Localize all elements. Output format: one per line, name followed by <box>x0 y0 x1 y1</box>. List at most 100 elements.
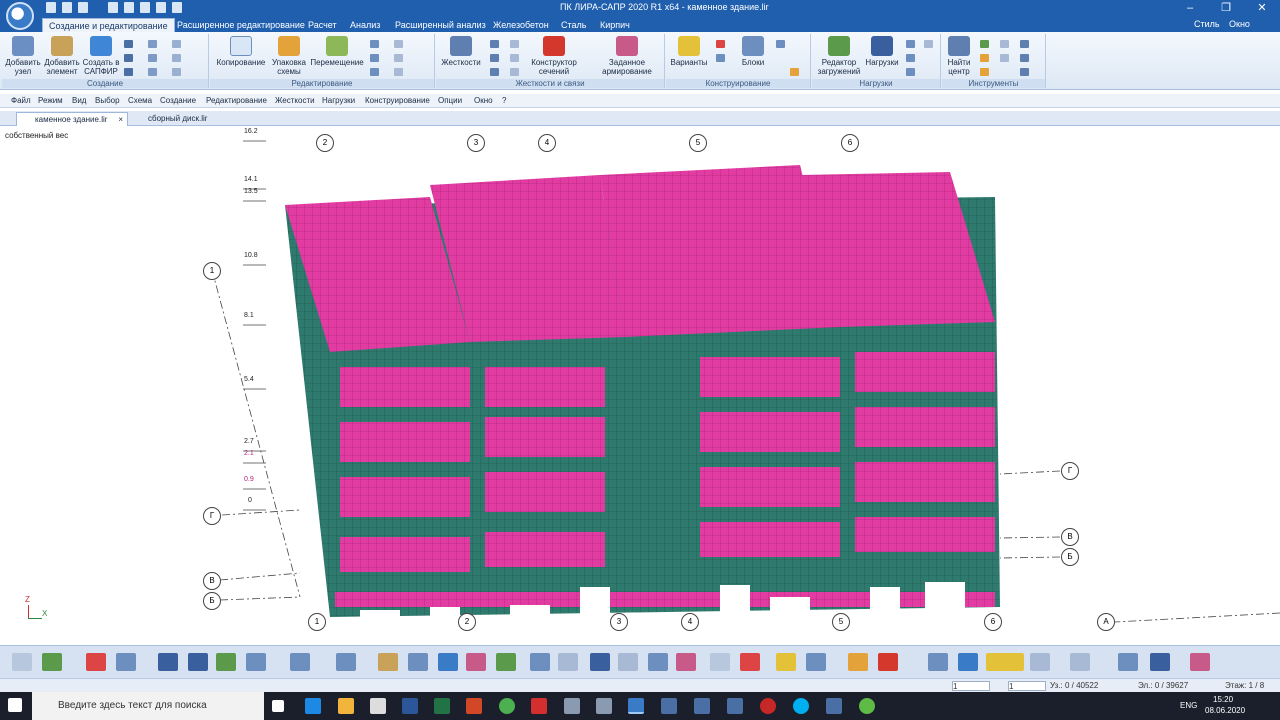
menu-create[interactable]: Создание <box>160 96 196 105</box>
open-file-icon[interactable] <box>62 2 72 13</box>
app-logo-icon[interactable] <box>6 2 34 30</box>
sort-icon[interactable] <box>1020 54 1029 62</box>
menu-stiffness[interactable]: Жесткости <box>275 96 315 105</box>
tab-extended-edit[interactable]: Расширенное редактирование <box>171 18 311 32</box>
app-icon[interactable] <box>661 698 677 714</box>
pointer-icon[interactable] <box>140 2 150 13</box>
plate-view-icon[interactable] <box>590 653 610 671</box>
axes-icon[interactable] <box>928 653 948 671</box>
invert-icon[interactable] <box>438 653 458 671</box>
support-icon[interactable] <box>490 54 499 62</box>
copy-button[interactable]: Копирование <box>216 36 266 67</box>
tab-concrete[interactable]: Железобетон <box>487 18 555 32</box>
menu-construct[interactable]: Конструирование <box>365 96 430 105</box>
calculator-icon[interactable] <box>370 698 386 714</box>
record-icon[interactable] <box>760 698 776 714</box>
tab-brick[interactable]: Кирпич <box>594 18 636 32</box>
array-icon[interactable] <box>172 68 181 76</box>
app-icon[interactable] <box>826 698 842 714</box>
mirror-icon[interactable] <box>370 40 379 48</box>
menu-view[interactable]: Вид <box>72 96 86 105</box>
section-builder-button[interactable]: Конструктор сечений <box>528 36 580 76</box>
rotate-model-icon[interactable] <box>1150 653 1170 671</box>
pressure-icon[interactable] <box>906 54 915 62</box>
add-node-button[interactable]: Добавить узел <box>4 36 42 76</box>
bond-icon[interactable] <box>510 54 519 62</box>
edge-icon[interactable] <box>305 698 321 714</box>
task-view-icon[interactable] <box>272 700 284 712</box>
menu-mode[interactable]: Режим <box>38 96 63 105</box>
minimize-button[interactable]: – <box>1172 0 1208 17</box>
restore-icon[interactable] <box>466 653 486 671</box>
app-icon[interactable] <box>694 698 710 714</box>
step-field-2[interactable]: 1 <box>1008 681 1046 691</box>
eraser-icon[interactable] <box>878 653 898 671</box>
triangle-icon[interactable] <box>172 40 181 48</box>
menu-loads[interactable]: Нагрузки <box>322 96 355 105</box>
word-icon[interactable] <box>402 698 418 714</box>
measure-icon[interactable] <box>980 54 989 62</box>
menu-help[interactable]: ? <box>502 96 506 105</box>
moment-icon[interactable] <box>924 40 933 48</box>
maximize-button[interactable]: ❐ <box>1208 0 1244 17</box>
model-viewport[interactable]: собственный вес 16.2 14.1 13.5 10.8 8.1 … <box>0 127 1280 645</box>
window-dropdown[interactable]: Окно <box>1229 19 1250 29</box>
table-icon[interactable] <box>790 68 799 76</box>
new-file-icon[interactable] <box>46 2 56 13</box>
menu-select[interactable]: Выбор <box>95 96 120 105</box>
style-dropdown[interactable]: Стиль <box>1194 19 1220 29</box>
merge-icon[interactable] <box>394 54 403 62</box>
mesh-icon[interactable] <box>148 54 157 62</box>
column-icon[interactable] <box>148 40 157 48</box>
cube-icon[interactable] <box>648 653 668 671</box>
tab-extended-analysis[interactable]: Расширенный анализ <box>389 18 492 32</box>
dynamic-icon[interactable] <box>906 68 915 76</box>
calc-icon[interactable] <box>1000 54 1009 62</box>
list-icon[interactable] <box>980 68 989 76</box>
xz-view-icon[interactable] <box>986 653 1024 671</box>
plate-icon[interactable] <box>124 68 133 76</box>
column-view-icon[interactable] <box>530 653 550 671</box>
angle-icon[interactable] <box>806 653 826 671</box>
load-editor-button[interactable]: Редактор загружений <box>816 36 862 76</box>
blocks-button[interactable]: Блоки <box>736 36 770 67</box>
tab-analysis[interactable]: Анализ <box>344 18 386 32</box>
excel-icon[interactable] <box>434 698 450 714</box>
variants-button[interactable]: Варианты <box>668 36 710 67</box>
unify-icon[interactable] <box>716 40 725 48</box>
start-icon[interactable] <box>8 698 22 712</box>
polygon-select-icon[interactable] <box>116 653 136 671</box>
reinforcement-button[interactable]: Заданное армирование <box>596 36 658 76</box>
filter-view-icon[interactable] <box>408 653 428 671</box>
zoom-icon[interactable] <box>710 653 730 671</box>
undo-icon[interactable] <box>108 2 118 13</box>
create-sapfir-button[interactable]: Создать в САПФИР <box>82 36 120 76</box>
acrobat-icon[interactable] <box>531 698 547 714</box>
app-icon[interactable] <box>727 698 743 714</box>
filter-icon[interactable] <box>1020 68 1029 76</box>
link-icon[interactable] <box>510 40 519 48</box>
yz-view-icon[interactable] <box>1070 653 1090 671</box>
stiffness-button[interactable]: Жесткости <box>438 36 484 67</box>
doc-tab-active[interactable]: каменное здание.lir × <box>16 112 128 126</box>
tab-steel[interactable]: Сталь <box>555 18 592 32</box>
split-icon[interactable] <box>394 40 403 48</box>
lira-icon[interactable] <box>628 698 644 714</box>
step-field-1[interactable]: 1 <box>952 681 990 691</box>
tab-create-edit[interactable]: Создание и редактирование <box>42 18 175 32</box>
hand-icon[interactable] <box>172 2 182 13</box>
beam-view-icon[interactable] <box>558 653 578 671</box>
language-indicator[interactable]: ENG <box>1180 701 1197 710</box>
redo-icon[interactable] <box>124 2 134 13</box>
shell-view-icon[interactable] <box>618 653 638 671</box>
select-all-icon[interactable] <box>42 653 62 671</box>
group-icon[interactable] <box>716 54 725 62</box>
tab-calc[interactable]: Расчет <box>302 18 343 32</box>
rotate-icon[interactable] <box>370 54 379 62</box>
menu-scheme[interactable]: Схема <box>128 96 152 105</box>
frame-select-icon[interactable] <box>86 653 106 671</box>
close-tab-icon[interactable]: × <box>118 113 123 127</box>
zoom-cancel-icon[interactable] <box>740 653 760 671</box>
app-icon[interactable] <box>564 698 580 714</box>
iso-view-icon[interactable] <box>958 653 978 671</box>
